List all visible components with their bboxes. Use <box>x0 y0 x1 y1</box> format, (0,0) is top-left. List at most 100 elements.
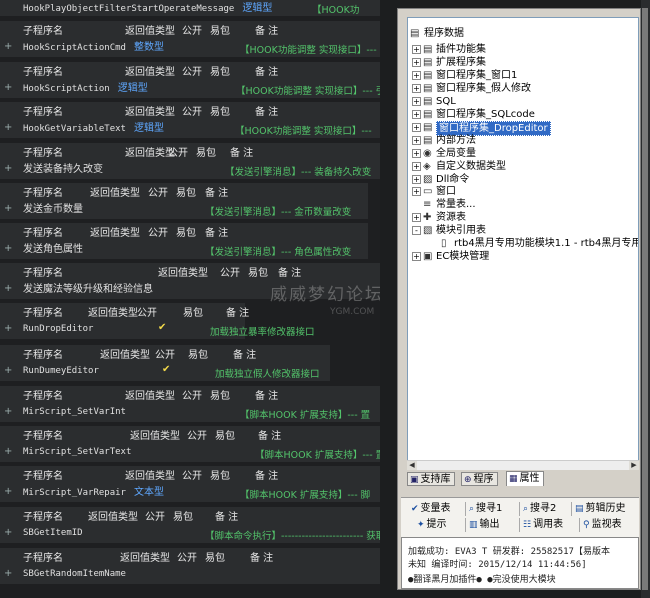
function-name[interactable]: SBGetItemID <box>23 528 83 538</box>
function-row[interactable]: 发送魔法等级升级和经验信息 <box>23 282 153 297</box>
function-name[interactable]: HookScriptAction <box>23 84 110 94</box>
function-row[interactable]: HookGetVariableText 逻辑型 <box>23 121 164 136</box>
tool-watch-table[interactable]: ⚲ 监视表 <box>579 518 622 532</box>
function-name[interactable]: SBGetRandomItemName <box>23 569 126 579</box>
function-row[interactable]: 发送角色属性 <box>23 242 83 257</box>
function-name[interactable]: 发送金币数量 <box>23 204 83 215</box>
expand-icon[interactable]: + <box>4 447 12 457</box>
function-declaration[interactable]: 子程序名 返回值类型 公开 易包备 注 + 发送装备持久改变 【发送引擎消息】--- 装备持… <box>0 143 380 179</box>
function-declaration[interactable]: 子程序名 返回值类型 公开 易包 备 注 + SBGetRandomItemName <box>0 548 380 584</box>
expand-icon[interactable]: + <box>4 244 12 254</box>
expand-icon[interactable]: + <box>4 324 12 334</box>
function-row[interactable]: 发送装备持久改变 <box>23 162 103 177</box>
function-name[interactable]: RunDropEditor <box>23 324 93 334</box>
expand-icon[interactable]: + <box>4 407 12 417</box>
tree-horizontal-scrollbar[interactable]: ◀ ▶ <box>407 460 639 470</box>
function-row[interactable]: MirScript_VarRepair 文本型 <box>23 485 164 500</box>
expand-icon[interactable]: + <box>412 57 421 67</box>
function-row[interactable]: RunDropEditor <box>23 322 93 337</box>
function-row[interactable]: 发送金币数量 <box>23 202 83 217</box>
program-tree[interactable]: ▤ 程序数据 + ▤ 插件功能集 + ▤ 扩展程序集 + ▤ 窗口程序集_窗口1 + ▤ 窗口程序集_… <box>407 17 639 469</box>
expand-icon[interactable]: + <box>412 96 421 106</box>
function-row[interactable]: HookScriptAction 逻辑型 <box>23 81 148 96</box>
tool-clip-history[interactable]: ▤ 剪辑历史 <box>571 502 626 516</box>
expand-icon[interactable]: + <box>412 174 421 184</box>
header-cell: 子程序名 <box>23 431 63 442</box>
expand-icon[interactable]: + <box>4 164 12 174</box>
expand-icon[interactable]: + <box>412 161 421 171</box>
code-editor[interactable]: HookPlayObjectFilterStartOperateMessage 逻… <box>0 0 380 598</box>
expand-icon[interactable]: + <box>4 123 12 133</box>
expand-icon[interactable]: + <box>412 109 421 119</box>
function-name[interactable]: MirScript_VarRepair <box>23 488 126 498</box>
function-name[interactable]: MirScript_SetVarText <box>23 447 131 457</box>
expand-icon[interactable]: + <box>4 366 12 376</box>
tool-hint[interactable]: ✦ 提示 <box>417 518 447 532</box>
output-window[interactable]: 加载成功: EVA3 T 研发群: 25582517【易版本 未知 编译时间: … <box>401 537 639 589</box>
expand-icon[interactable]: + <box>4 528 12 538</box>
function-declaration[interactable]: 子程序名 返回值类型 公开 易包 备 注 + MirScript_SetVarText 【脚本… <box>0 426 380 462</box>
tab-program[interactable]: ⊕ 程序 <box>461 472 498 486</box>
scroll-left-icon[interactable]: ◀ <box>407 461 417 470</box>
expand-icon[interactable]: + <box>412 213 421 223</box>
function-declaration[interactable]: 子程序名 返回值类型 公开 易包 备 注 + HookScriptActionCmd 整数型 【… <box>0 21 380 57</box>
tool-search2[interactable]: ⌕ 搜寻2 <box>519 502 556 516</box>
tree-item-label: 内部方法 <box>436 134 476 146</box>
function-row-top[interactable]: HookPlayObjectFilterStartOperateMessage 逻… <box>0 0 380 16</box>
function-name[interactable]: 发送角色属性 <box>23 244 83 255</box>
expand-icon[interactable]: + <box>412 70 421 80</box>
tab-support-library[interactable]: ▣ 支持库 <box>407 472 455 486</box>
function-row[interactable]: SBGetItemID <box>23 526 83 541</box>
function-name[interactable]: RunDumeyEditor <box>23 366 99 376</box>
function-row[interactable]: MirScript_SetVarText <box>23 445 131 460</box>
tree-item-label: 常量表... <box>436 199 476 211</box>
function-name[interactable]: 发送魔法等级升级和经验信息 <box>23 284 153 295</box>
function-name[interactable]: MirScript_SetVarInt <box>23 407 126 417</box>
function-name[interactable]: 发送装备持久改变 <box>23 164 103 175</box>
expand-icon[interactable]: + <box>4 284 12 294</box>
function-row[interactable]: SBGetRandomItemName <box>23 567 126 582</box>
call-icon: ☷ <box>523 520 532 530</box>
expand-icon[interactable]: + <box>4 42 12 52</box>
function-declaration[interactable]: 子程序名 返回值类型 公开 易包 备 注 + HookGetVariableText 逻辑型 【… <box>0 102 380 138</box>
function-declaration[interactable]: 子程序名 返回值类型 公开 易包 备 注 + RunDumeyEditor ✔ 加载独立假人修改… <box>0 345 330 381</box>
panel-vertical-scrollbar[interactable] <box>642 8 648 590</box>
expand-icon[interactable]: + <box>412 187 421 197</box>
function-name[interactable]: HookGetVariableText <box>23 124 126 134</box>
property-icon: ▦ <box>509 474 518 484</box>
tool-call-table[interactable]: ☷ 调用表 <box>519 518 563 532</box>
scroll-right-icon[interactable]: ▶ <box>629 461 639 470</box>
function-declaration[interactable]: 子程序名 返回值类型 公开 易包备 注 + 发送金币数量 【发送引擎消息】--- 金币数量改… <box>0 183 368 219</box>
function-row[interactable]: RunDumeyEditor <box>23 364 99 379</box>
expand-icon[interactable]: + <box>412 83 421 93</box>
tool-variable-table[interactable]: ✔ 变量表 <box>411 502 451 516</box>
expand-icon[interactable]: + <box>4 83 12 93</box>
expand-icon[interactable]: + <box>4 569 12 579</box>
function-declaration[interactable]: 子程序名 返回值类型 公开 易包 备 注 + HookScriptAction 逻辑型 【HOO… <box>0 62 380 98</box>
function-row[interactable]: HookScriptActionCmd 整数型 <box>23 40 164 55</box>
public-check-icon: ✔ <box>158 322 167 333</box>
function-declaration[interactable]: 子程序名 返回值类型 公开 易包 备 注 + MirScript_SetVarInt 【脚本H… <box>0 386 380 422</box>
collapse-icon[interactable]: - <box>412 226 421 236</box>
expand-icon[interactable]: + <box>412 135 421 145</box>
function-name[interactable]: HookScriptActionCmd <box>23 43 126 53</box>
function-row[interactable]: MirScript_SetVarInt <box>23 405 126 420</box>
tab-property[interactable]: ▦ 属性 <box>506 471 544 486</box>
expand-icon[interactable]: + <box>412 148 421 158</box>
function-comment: 【发送引擎消息】--- 角色属性改变 <box>205 247 352 258</box>
header-cell: 返回值类型 <box>125 67 175 78</box>
function-declaration[interactable]: 子程序名 返回值类型 公开 易包 备 注 + RunDropEditor ✔ 加载独立暴率修改器… <box>0 303 315 339</box>
expand-icon[interactable]: + <box>4 487 12 497</box>
header-cell: 子程序名 <box>23 391 63 402</box>
expand-icon[interactable]: + <box>412 252 421 262</box>
header-cell: 备 注 <box>226 308 250 319</box>
function-declaration[interactable]: 子程序名 返回值类型 公开 易包备 注 + 发送角色属性 【发送引擎消息】--- 角色属性改… <box>0 223 368 259</box>
tab-label: 程序 <box>473 474 494 485</box>
function-declaration[interactable]: 子程序名 返回值类型 公开 易包 备 注 + MirScript_VarRepair 文本型 【… <box>0 466 380 502</box>
expand-icon[interactable]: + <box>4 204 12 214</box>
expand-icon[interactable]: + <box>412 45 421 54</box>
expand-icon[interactable]: + <box>412 122 421 132</box>
function-declaration[interactable]: 子程序名 返回值类型 公开 易包 备 注 + SBGetItemID 【脚本命令执行】----… <box>0 507 380 543</box>
tool-search1[interactable]: ⌕ 搜寻1 <box>465 502 502 516</box>
tool-output[interactable]: ▥ 输出 <box>465 518 500 532</box>
